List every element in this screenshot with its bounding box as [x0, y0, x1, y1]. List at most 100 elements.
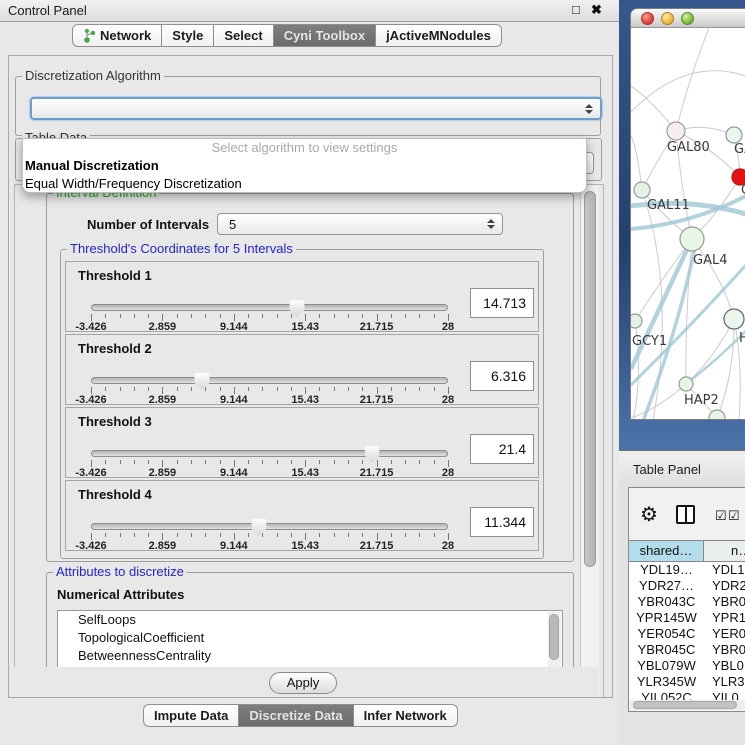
tab-discretize-data[interactable]: Discretize Data: [239, 704, 353, 727]
attribute-item[interactable]: SelfLoops: [58, 611, 562, 629]
table-row[interactable]: YPR145WYPR1: [629, 610, 745, 626]
cell-shared-name[interactable]: YER054C: [629, 626, 704, 642]
cell-name[interactable]: YIL0: [704, 690, 745, 700]
tab-infer-network[interactable]: Infer Network: [354, 704, 458, 727]
network-node-gcy1[interactable]: [631, 314, 642, 328]
table-row[interactable]: YDL19…YDL1: [629, 562, 745, 578]
tab-network[interactable]: Network: [72, 24, 162, 47]
scrollbar-thumb[interactable]: [584, 191, 596, 567]
cell-shared-name[interactable]: YBR043C: [629, 594, 704, 610]
threshold-panel: Threshold 4 -3.4262.8599.14415.4321.7152…: [65, 480, 539, 551]
cell-shared-name[interactable]: YDR27…: [629, 578, 704, 594]
scale-label: -3.426: [75, 467, 106, 479]
threshold-value-input[interactable]: 21.4: [470, 434, 534, 464]
checkbox-checked-icon[interactable]: ☑: [728, 508, 740, 524]
mac-zoom-icon[interactable]: [681, 12, 694, 25]
table-row[interactable]: YBR045CYBR0: [629, 642, 745, 658]
attribute-list-scrollbar[interactable]: [548, 612, 561, 668]
cell-shared-name[interactable]: YLR345W: [629, 674, 704, 690]
network-node-gal11[interactable]: [634, 182, 650, 198]
network-node-node-top-right[interactable]: [726, 127, 742, 143]
network-node-gal4[interactable]: [680, 227, 704, 251]
table-row[interactable]: YBR043CYBR0: [629, 594, 745, 610]
cell-shared-name[interactable]: YPR145W: [629, 610, 704, 626]
mac-minimize-icon[interactable]: [661, 12, 674, 25]
tab-jactivemnodules[interactable]: jActiveMNodules: [376, 24, 502, 47]
attribute-item[interactable]: BetweennessCentrality: [58, 647, 562, 665]
tick-mark: [419, 533, 420, 537]
tick-mark: [434, 387, 435, 391]
panel-title: Control Panel: [8, 3, 87, 18]
scale-label: 9.144: [220, 321, 248, 333]
cell-name[interactable]: YBL0: [704, 658, 745, 674]
float-window-icon[interactable]: □: [572, 2, 580, 17]
network-node-node-bottom[interactable]: [709, 410, 725, 420]
threshold-slider[interactable]: [91, 523, 448, 530]
table-row[interactable]: YBL079WYBL0: [629, 658, 745, 674]
threshold-slider[interactable]: [91, 304, 448, 311]
tab-select[interactable]: Select: [214, 24, 273, 47]
tab-impute-data[interactable]: Impute Data: [143, 704, 239, 727]
tick-mark: [362, 314, 363, 318]
cell-name[interactable]: YLR3: [704, 674, 745, 690]
tick-mark: [191, 533, 192, 537]
tick-mark: [248, 314, 249, 318]
threshold-panel: Threshold 3 -3.4262.8599.14415.4321.7152…: [65, 407, 539, 478]
table-horizontal-scrollbar[interactable]: [631, 700, 744, 710]
tab-style[interactable]: Style: [162, 24, 214, 47]
mac-close-icon[interactable]: [641, 12, 654, 25]
number-of-intervals-combobox[interactable]: 5: [217, 213, 503, 235]
network-node-hap2[interactable]: [679, 377, 693, 391]
attribute-item[interactable]: TopologicalCoefficient: [58, 629, 562, 647]
tick-mark: [362, 387, 363, 391]
scale-label: 21.715: [360, 321, 394, 333]
tick-mark: [348, 314, 349, 318]
close-icon[interactable]: ✖: [591, 2, 602, 18]
tick-mark: [177, 533, 178, 537]
scrollbar-thumb[interactable]: [549, 614, 559, 660]
threshold-slider[interactable]: [91, 450, 448, 457]
number-of-intervals-label: Number of Intervals: [87, 217, 209, 232]
numerical-attributes-label: Numerical Attributes: [57, 587, 184, 602]
tick-mark: [405, 533, 406, 537]
algorithm-combobox[interactable]: [30, 97, 602, 120]
threshold-value-input[interactable]: 14.713: [470, 288, 534, 318]
cell-shared-name[interactable]: YBL079W: [629, 658, 704, 674]
dropdown-option[interactable]: Equal Width/Frequency Discretization: [23, 175, 586, 193]
cell-name[interactable]: YBR0: [704, 642, 745, 658]
table-row[interactable]: YIL052CYIL0: [629, 690, 745, 700]
split-columns-icon[interactable]: [676, 505, 695, 524]
table-row[interactable]: YER054CYER0: [629, 626, 745, 642]
cell-name[interactable]: YBR0: [704, 594, 745, 610]
scrollbar-thumb[interactable]: [633, 701, 737, 709]
apply-button[interactable]: Apply: [269, 672, 337, 694]
threshold-value-input[interactable]: 11.344: [470, 507, 534, 537]
cell-name[interactable]: YER0: [704, 626, 745, 642]
tick-mark: [234, 533, 235, 540]
cell-name[interactable]: YPR1: [704, 610, 745, 626]
gear-icon[interactable]: ⚙: [640, 502, 658, 527]
cell-shared-name[interactable]: YBR045C: [629, 642, 704, 658]
dropdown-option[interactable]: Manual Discretization: [23, 157, 586, 175]
threshold-value-input[interactable]: 6.316: [470, 361, 534, 391]
scale-label: 28: [442, 321, 454, 333]
threshold-slider[interactable]: [91, 377, 448, 384]
cell-name[interactable]: YDL1: [704, 562, 745, 578]
table-row[interactable]: YDR27…YDR2: [629, 578, 745, 594]
network-node-node-right-h[interactable]: [724, 309, 744, 329]
checkbox-checked-icon[interactable]: ☑: [715, 508, 727, 524]
network-canvas[interactable]: GAL80GACGAL11GAL4GCY1HHAP2: [631, 28, 745, 420]
cell-shared-name[interactable]: YIL052C: [629, 690, 704, 700]
cell-shared-name[interactable]: YDL19…: [629, 562, 704, 578]
node-label: GAL80: [667, 140, 710, 155]
cell-name[interactable]: YDR2: [704, 578, 745, 594]
scale-label: 21.715: [360, 540, 394, 552]
column-header-name[interactable]: n…: [704, 541, 745, 561]
table-row[interactable]: YLR345WYLR3: [629, 674, 745, 690]
tick-mark: [148, 314, 149, 318]
column-header-shared-name[interactable]: shared…: [629, 541, 704, 561]
tab-cyni-toolbox[interactable]: Cyni Toolbox: [274, 24, 376, 47]
settings-vertical-scrollbar[interactable]: [580, 185, 599, 697]
network-node-gal80[interactable]: [667, 122, 685, 140]
tick-mark: [120, 533, 121, 537]
